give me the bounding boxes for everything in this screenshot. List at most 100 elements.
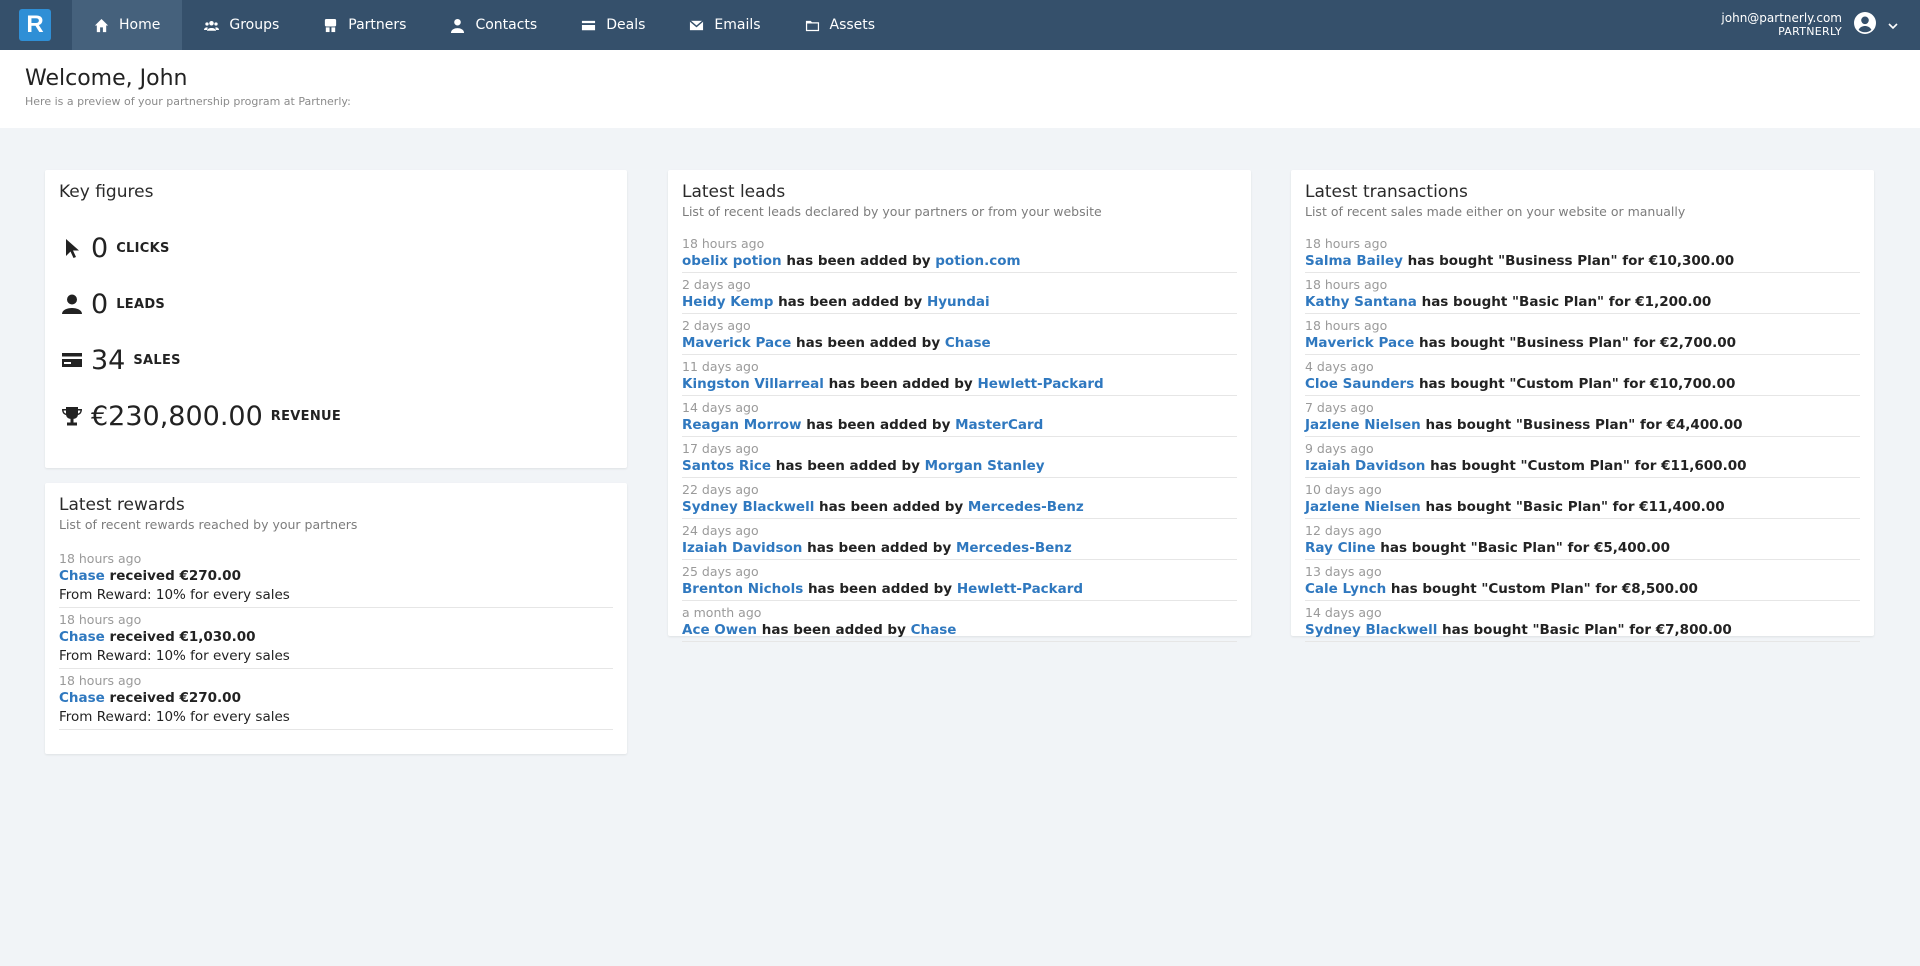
list-item: 17 days ago Santos Rice has been added b… (682, 440, 1237, 478)
transaction-line: Cale Lynch has bought "Custom Plan" for … (1305, 580, 1860, 599)
lead-link[interactable]: Reagan Morrow (682, 417, 802, 433)
source-link[interactable]: Mercedes-Benz (956, 540, 1072, 556)
partner-link[interactable]: Chase (59, 568, 105, 584)
customer-link[interactable]: Ray Cline (1305, 540, 1376, 556)
reward-detail: From Reward: 10% for every sales (59, 587, 290, 603)
key-figure-leads: 0 LEADS (59, 276, 613, 332)
key-figure-label: LEADS (116, 296, 166, 312)
transaction-line: Jazlene Nielsen has bought "Business Pla… (1305, 416, 1860, 435)
customer-link[interactable]: Izaiah Davidson (1305, 458, 1425, 474)
transaction-text: has bought "Business Plan" for €2,700.00 (1418, 335, 1737, 351)
customer-link[interactable]: Salma Bailey (1305, 253, 1403, 269)
customer-link[interactable]: Sydney Blackwell (1305, 622, 1437, 638)
nav-item-label: Contacts (475, 17, 538, 33)
lead-connector: has been added by (828, 376, 973, 392)
lead-line: Reagan Morrow has been added by MasterCa… (682, 416, 1237, 435)
customer-link[interactable]: Jazlene Nielsen (1305, 417, 1421, 433)
reward-verb: received (109, 690, 175, 706)
nav-item-emails[interactable]: Emails (667, 0, 782, 50)
partner-link[interactable]: Chase (59, 690, 105, 706)
nav-item-label: Groups (229, 17, 280, 33)
card-subtitle: List of recent leads declared by your pa… (682, 204, 1102, 219)
list-item: 18 hours ago Chase received €270.00 From… (59, 672, 613, 730)
lead-connector: has been added by (778, 294, 923, 310)
item-time: 18 hours ago (1305, 277, 1388, 292)
key-figure-value: 0 (91, 232, 109, 264)
lead-link[interactable]: Sydney Blackwell (682, 499, 814, 515)
list-item: 11 days ago Kingston Villarreal has been… (682, 358, 1237, 396)
source-link[interactable]: Mercedes-Benz (968, 499, 1084, 515)
list-item: 4 days ago Cloe Saunders has bought "Cus… (1305, 358, 1860, 396)
transaction-line: Salma Bailey has bought "Business Plan" … (1305, 252, 1860, 271)
lead-link[interactable]: Brenton Nichols (682, 581, 803, 597)
lead-link[interactable]: Izaiah Davidson (682, 540, 802, 556)
lead-link[interactable]: Ace Owen (682, 622, 757, 638)
source-link[interactable]: Hyundai (927, 294, 990, 310)
user-circle-icon (1854, 12, 1876, 34)
rewards-list: 18 hours ago Chase received €270.00 From… (59, 550, 613, 730)
transaction-line: Maverick Pace has bought "Business Plan"… (1305, 334, 1860, 353)
customer-link[interactable]: Kathy Santana (1305, 294, 1417, 310)
page-subtitle: Here is a preview of your partnership pr… (25, 95, 351, 108)
lead-link[interactable]: Maverick Pace (682, 335, 791, 351)
customer-link[interactable]: Maverick Pace (1305, 335, 1414, 351)
lead-link[interactable]: obelix potion (682, 253, 782, 269)
source-link[interactable]: Morgan Stanley (925, 458, 1045, 474)
nav-item-contacts[interactable]: Contacts (428, 0, 559, 50)
nav-item-deals[interactable]: Deals (559, 0, 667, 50)
lead-line: Brenton Nichols has been added by Hewlet… (682, 580, 1237, 599)
user-menu-caret[interactable] (1888, 16, 1898, 35)
card-title: Key figures (59, 182, 154, 202)
item-time: 10 days ago (1305, 482, 1382, 497)
home-icon (94, 18, 109, 32)
source-link[interactable]: Hewlett-Packard (977, 376, 1103, 392)
list-item: 18 hours ago Maverick Pace has bought "B… (1305, 317, 1860, 355)
card-icon (582, 20, 596, 30)
transaction-line: Izaiah Davidson has bought "Custom Plan"… (1305, 457, 1860, 476)
top-navbar: R Home Groups Partners Contacts Deals Em… (0, 0, 1920, 50)
item-time: 17 days ago (682, 441, 759, 456)
transaction-text: has bought "Custom Plan" for €10,700.00 (1418, 376, 1736, 392)
customer-link[interactable]: Jazlene Nielsen (1305, 499, 1421, 515)
transaction-line: Jazlene Nielsen has bought "Basic Plan" … (1305, 498, 1860, 517)
key-figure-revenue: €230,800.00 REVENUE (59, 388, 613, 444)
user-org: PARTNERLY (1778, 25, 1842, 38)
partner-link[interactable]: Chase (59, 629, 105, 645)
cursor-icon (59, 237, 85, 259)
item-time: 13 days ago (1305, 564, 1382, 579)
transaction-text: has bought "Business Plan" for €10,300.0… (1407, 253, 1735, 269)
transaction-line: Ray Cline has bought "Basic Plan" for €5… (1305, 539, 1860, 558)
transaction-line: Kathy Santana has bought "Basic Plan" fo… (1305, 293, 1860, 312)
list-item: a month ago Ace Owen has been added by C… (682, 604, 1237, 642)
reward-line: Chase received €270.00 (59, 567, 613, 586)
source-link[interactable]: Hewlett-Packard (957, 581, 1083, 597)
user-email: john@partnerly.com (1721, 11, 1842, 25)
list-item: 18 hours ago Chase received €1,030.00 Fr… (59, 611, 613, 669)
user-menu[interactable]: john@partnerly.com PARTNERLY (1721, 0, 1898, 50)
nav-item-groups[interactable]: Groups (182, 0, 301, 50)
customer-link[interactable]: Cloe Saunders (1305, 376, 1414, 392)
reward-verb: received (109, 629, 175, 645)
list-item: 2 days ago Heidy Kemp has been added by … (682, 276, 1237, 314)
source-link[interactable]: MasterCard (955, 417, 1043, 433)
lead-link[interactable]: Heidy Kemp (682, 294, 773, 310)
lead-link[interactable]: Santos Rice (682, 458, 771, 474)
avatar[interactable] (1854, 12, 1876, 38)
lead-line: Kingston Villarreal has been added by He… (682, 375, 1237, 394)
lead-link[interactable]: Kingston Villarreal (682, 376, 824, 392)
source-link[interactable]: Chase (945, 335, 991, 351)
main-nav: Home Groups Partners Contacts Deals Emai… (72, 0, 897, 50)
user-info: john@partnerly.com PARTNERLY (1721, 11, 1842, 39)
nav-item-assets[interactable]: Assets (783, 0, 898, 50)
chevron-down-icon (1888, 22, 1898, 29)
transactions-list: 18 hours ago Salma Bailey has bought "Bu… (1305, 235, 1860, 642)
app-logo[interactable]: R (10, 0, 60, 50)
list-item: 12 days ago Ray Cline has bought "Basic … (1305, 522, 1860, 560)
source-link[interactable]: Chase (911, 622, 957, 638)
item-time: 4 days ago (1305, 359, 1374, 374)
nav-item-home[interactable]: Home (72, 0, 183, 50)
customer-link[interactable]: Cale Lynch (1305, 581, 1386, 597)
nav-item-partners[interactable]: Partners (301, 0, 428, 50)
source-link[interactable]: potion.com (935, 253, 1020, 269)
nav-item-label: Home (119, 17, 161, 33)
